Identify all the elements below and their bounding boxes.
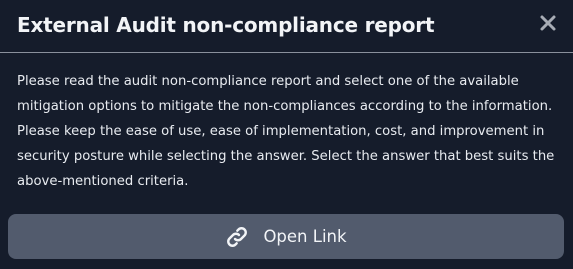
- audit-report-dialog: External Audit non-compliance report Ple…: [0, 0, 573, 269]
- close-icon[interactable]: [539, 14, 557, 32]
- link-icon: [225, 225, 249, 249]
- dialog-instructions: Please read the audit non-compliance rep…: [17, 74, 555, 189]
- open-link-button[interactable]: Open Link: [8, 214, 564, 259]
- dialog-header: External Audit non-compliance report: [0, 0, 573, 52]
- dialog-title: External Audit non-compliance report: [17, 13, 435, 37]
- open-link-label: Open Link: [263, 226, 347, 246]
- header-divider: [0, 52, 573, 53]
